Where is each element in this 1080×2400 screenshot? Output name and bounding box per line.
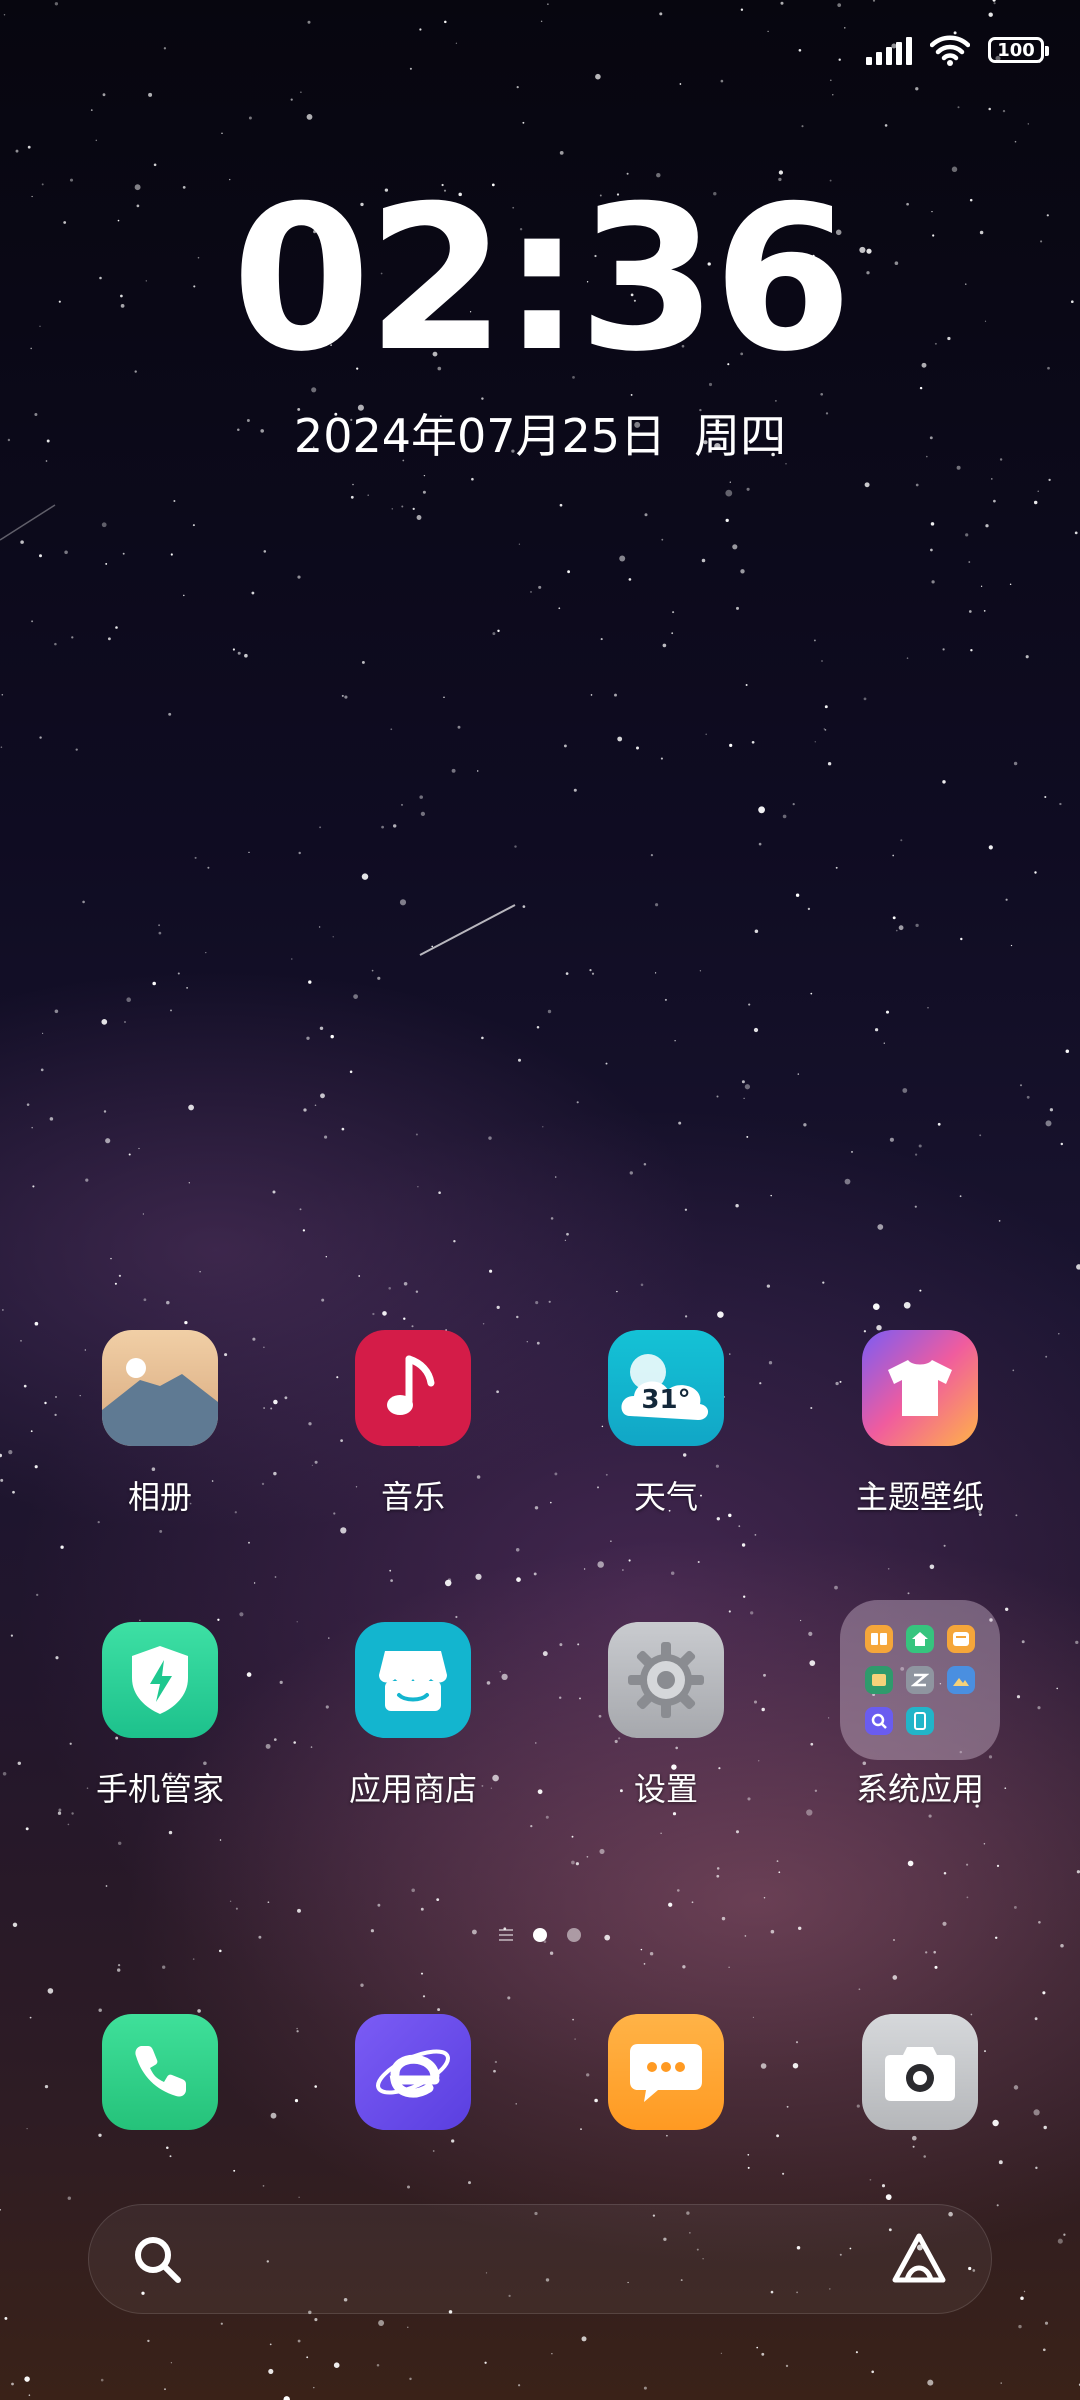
weather-icon: 31° xyxy=(608,1330,724,1446)
app-weather[interactable]: 31° 天气 xyxy=(546,1330,786,1518)
book-icon xyxy=(865,1625,894,1654)
music-note-icon xyxy=(355,1330,471,1446)
app-folder-system[interactable]: 系统应用 xyxy=(800,1600,1040,1810)
phone-manager-icon xyxy=(905,1706,934,1735)
app-drawer-indicator-icon xyxy=(499,1929,513,1941)
app-music[interactable]: 音乐 xyxy=(293,1330,533,1518)
app-label: 主题壁纸 xyxy=(855,1478,984,1516)
app-photos[interactable]: 相册 xyxy=(40,1330,280,1518)
clock-time[interactable]: 02:36 xyxy=(0,180,1080,380)
app-label: 设置 xyxy=(633,1770,698,1808)
search-bar[interactable] xyxy=(88,2204,992,2314)
tshirt-icon xyxy=(862,1330,978,1446)
status-bar: 100 xyxy=(866,30,1049,70)
dock-phone[interactable] xyxy=(40,2014,280,2130)
gallery-icon xyxy=(946,1665,975,1694)
notes-icon xyxy=(946,1625,975,1654)
dock-messages[interactable] xyxy=(546,2014,786,2130)
browser-icon xyxy=(355,2014,471,2130)
clock-date-row[interactable]: 2024年07月25日 周四 xyxy=(0,400,1080,466)
app-store[interactable]: 应用商店 xyxy=(293,1622,533,1810)
page-indicator[interactable] xyxy=(0,1928,1080,1942)
dock-browser[interactable] xyxy=(293,2014,533,2130)
weather-temperature: 31° xyxy=(641,1385,691,1415)
app-label: 手机管家 xyxy=(95,1770,224,1808)
page-dot-active xyxy=(533,1928,547,1942)
camera-icon xyxy=(862,2014,978,2130)
wifi-icon xyxy=(930,35,970,66)
app-themes[interactable]: 主题壁纸 xyxy=(800,1330,1040,1518)
app-security[interactable]: 手机管家 xyxy=(40,1622,280,1810)
folder-icon xyxy=(840,1600,1000,1760)
app-label: 应用商店 xyxy=(348,1770,477,1808)
photos-icon xyxy=(102,1330,218,1446)
messages-icon xyxy=(608,2014,724,2130)
phone-icon xyxy=(102,2014,218,2130)
battery-level: 100 xyxy=(997,39,1035,61)
battery-icon: 100 xyxy=(988,37,1049,63)
assistant-icon[interactable] xyxy=(889,2230,949,2290)
signal-icon xyxy=(866,35,912,65)
store-icon xyxy=(355,1622,471,1738)
page-dot xyxy=(567,1928,581,1942)
calendar-icon xyxy=(865,1665,894,1694)
date-text: 2024年07月25日 xyxy=(293,409,667,463)
app-settings[interactable]: 设置 xyxy=(546,1622,786,1810)
weekday-text: 周四 xyxy=(694,409,787,463)
dock-camera[interactable] xyxy=(800,2014,1040,2130)
tools-icon xyxy=(905,1665,934,1694)
app-label: 天气 xyxy=(633,1478,698,1516)
folder-empty-slot xyxy=(947,1707,975,1735)
search-icon[interactable] xyxy=(131,2233,185,2287)
security-shield-icon xyxy=(102,1622,218,1738)
home-icon xyxy=(905,1625,934,1654)
search-app-icon xyxy=(865,1706,894,1735)
app-label: 相册 xyxy=(127,1478,192,1516)
app-label: 音乐 xyxy=(380,1478,445,1516)
gear-icon xyxy=(608,1622,724,1738)
app-label: 系统应用 xyxy=(855,1770,984,1808)
